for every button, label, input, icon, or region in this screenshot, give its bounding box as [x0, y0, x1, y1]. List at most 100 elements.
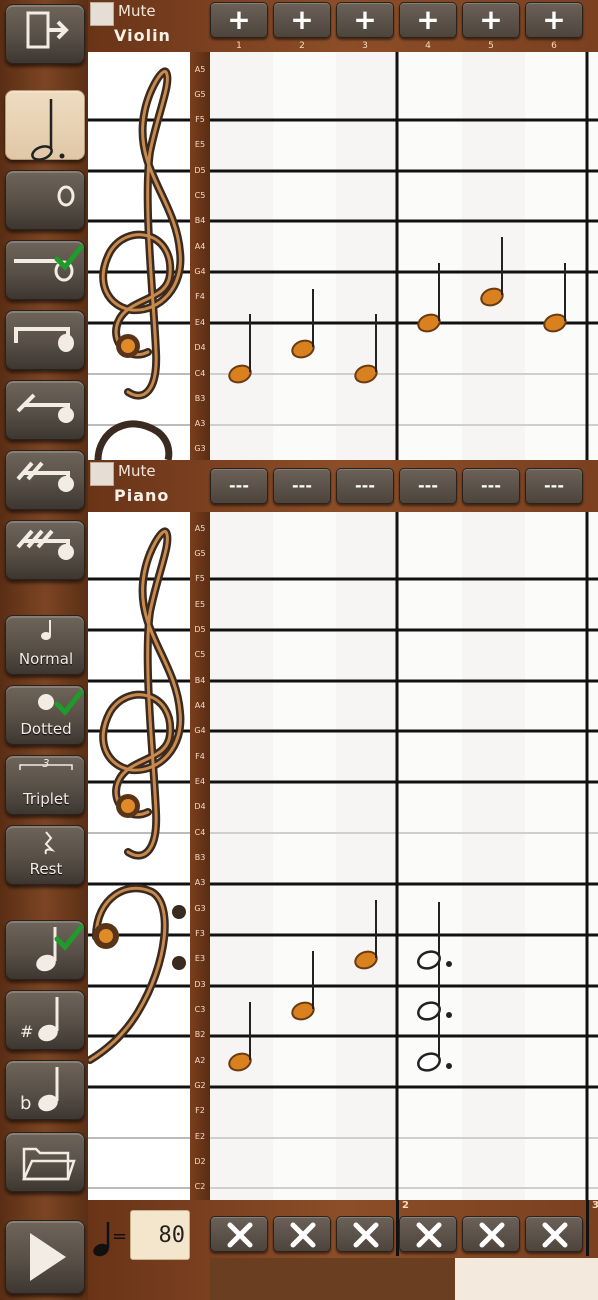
exit-button[interactable] — [5, 4, 85, 64]
selected-check-icon — [54, 689, 84, 716]
violin-track-header: Mute Violin + + + + + + 1 2 3 4 5 6 — [88, 0, 598, 52]
measure-tools-button[interactable] — [462, 1216, 520, 1252]
measure-tools-button[interactable] — [336, 1216, 394, 1252]
measure-menu-button[interactable]: --- — [462, 468, 520, 504]
horizontal-scrollbar[interactable] — [210, 1258, 598, 1300]
add-measure-button[interactable]: + — [336, 2, 394, 38]
svg-text:#: # — [20, 1022, 33, 1041]
measure-tools-button[interactable] — [210, 1216, 268, 1252]
add-measure-button[interactable]: + — [462, 2, 520, 38]
tool-column: Normal Dotted 3 Triplet Rest # b — [0, 0, 90, 1300]
rest-button[interactable]: Rest — [5, 825, 85, 885]
bar-marker: 2 — [402, 1200, 409, 1211]
dotted-button[interactable]: Dotted — [5, 685, 85, 745]
wrench-screwdriver-icon — [290, 1222, 316, 1248]
violin-mute-checkbox[interactable] — [90, 2, 114, 26]
folder-icon — [22, 1147, 76, 1181]
piano-note-grid[interactable] — [210, 512, 598, 1200]
wrench-screwdriver-icon — [416, 1222, 442, 1248]
sharp-note-button[interactable]: # — [5, 990, 85, 1050]
wrench-screwdriver-icon — [227, 1222, 253, 1248]
eighth-note-length-icon — [16, 393, 74, 423]
measure-tools-button[interactable] — [399, 1216, 457, 1252]
piano-notes — [210, 512, 598, 1200]
quarter-note-length-button[interactable] — [5, 310, 85, 370]
sixteenth-note-length-button[interactable] — [5, 450, 85, 510]
add-measure-button[interactable]: + — [273, 2, 331, 38]
bar-line — [396, 1200, 399, 1256]
bottom-bar: = 80 2 3 — [88, 1200, 598, 1300]
measure-menu-button[interactable]: --- — [273, 468, 331, 504]
selected-check-icon — [54, 924, 84, 951]
wrench-screwdriver-icon — [479, 1222, 505, 1248]
play-icon — [30, 1233, 66, 1281]
dotted-label: Dotted — [20, 720, 72, 738]
exit-door-icon — [26, 11, 69, 49]
normal-button[interactable]: Normal — [5, 615, 85, 675]
treble-and-bass-clef-icon — [88, 527, 190, 1189]
treble-clef-icon — [88, 67, 190, 460]
note — [291, 289, 315, 359]
flat-note-icon: b — [20, 1067, 59, 1114]
tempo-input[interactable]: 80 — [130, 1210, 190, 1260]
violin-pitch-labels: A5 G5 F5 E5 D5 C5 B4 A4 G4 F4 E4 D4 C4 B… — [190, 52, 210, 460]
open-file-button[interactable] — [5, 1132, 85, 1192]
svg-text:b: b — [20, 1093, 31, 1114]
normal-label: Normal — [18, 650, 74, 668]
whole-note-icon — [57, 185, 75, 207]
scrollbar-thumb[interactable] — [455, 1258, 598, 1300]
measure-tools-button[interactable] — [525, 1216, 583, 1252]
measure-number: 4 — [425, 41, 431, 51]
measure-number: 5 — [488, 41, 494, 51]
piano-clef-panel — [88, 512, 190, 1200]
measure-number: 3 — [362, 41, 368, 51]
note — [543, 263, 567, 333]
thirty-second-note-length-icon — [16, 529, 74, 560]
piano-track-header: Mute Piano --- --- --- --- --- --- — [88, 460, 598, 512]
half-note-button[interactable] — [5, 90, 85, 161]
measure-menu-button[interactable]: --- — [210, 468, 268, 504]
natural-note-button[interactable] — [5, 920, 85, 980]
violin-note-grid[interactable] — [210, 52, 598, 460]
piano-staff: A5 G5 F5 E5 D5 C5 B4 A4 G4 F4 E4 D4 C4 B… — [88, 512, 598, 1200]
triplet-label: Triplet — [22, 790, 70, 808]
bar-marker: 3 — [592, 1200, 598, 1211]
add-measure-button[interactable]: + — [210, 2, 268, 38]
violin-notes — [210, 52, 598, 460]
wrench-screwdriver-icon — [353, 1222, 379, 1248]
quarter-note-length-icon — [14, 327, 74, 352]
measure-number: 1 — [236, 41, 242, 51]
measure-number: 6 — [551, 41, 557, 51]
measure-menu-button[interactable]: --- — [399, 468, 457, 504]
sharp-note-icon: # — [20, 997, 59, 1042]
eighth-note-length-button[interactable] — [5, 380, 85, 440]
tempo-equals: = — [112, 1226, 128, 1247]
flat-note-button[interactable]: b — [5, 1060, 85, 1120]
measure-menu-button[interactable]: --- — [336, 468, 394, 504]
bar-line — [586, 1200, 589, 1256]
dotted-half-chord — [417, 902, 452, 1072]
measure-menu-button[interactable]: --- — [525, 468, 583, 504]
measure-tools-button[interactable] — [273, 1216, 331, 1252]
add-measure-button[interactable]: + — [525, 2, 583, 38]
half-note-length-button[interactable] — [5, 240, 85, 300]
piano-pitch-labels: A5 G5 F5 E5 D5 C5 B4 A4 G4 F4 E4 D4 C4 B… — [190, 512, 210, 1200]
half-note-icon — [31, 99, 65, 161]
sixteenth-note-length-icon — [16, 461, 74, 492]
piano-mute-checkbox[interactable] — [90, 462, 114, 486]
measure-number: 2 — [299, 41, 305, 51]
add-measure-button[interactable]: + — [399, 2, 457, 38]
whole-note-button[interactable] — [5, 170, 85, 230]
violin-staff: A5 G5 F5 E5 D5 C5 B4 A4 G4 F4 E4 D4 C4 B… — [88, 52, 598, 460]
selected-check-icon — [54, 244, 84, 271]
piano-instrument-name: Piano — [114, 486, 170, 505]
piano-mute-label: Mute — [118, 462, 156, 480]
triplet-button[interactable]: 3 Triplet — [5, 755, 85, 815]
violin-instrument-name: Violin — [114, 26, 171, 45]
play-button[interactable] — [5, 1220, 85, 1294]
rest-label: Rest — [29, 860, 63, 878]
note — [417, 263, 441, 333]
violin-clef-panel — [88, 52, 190, 460]
triplet-number: 3 — [42, 757, 50, 770]
thirty-second-note-length-button[interactable] — [5, 520, 85, 580]
